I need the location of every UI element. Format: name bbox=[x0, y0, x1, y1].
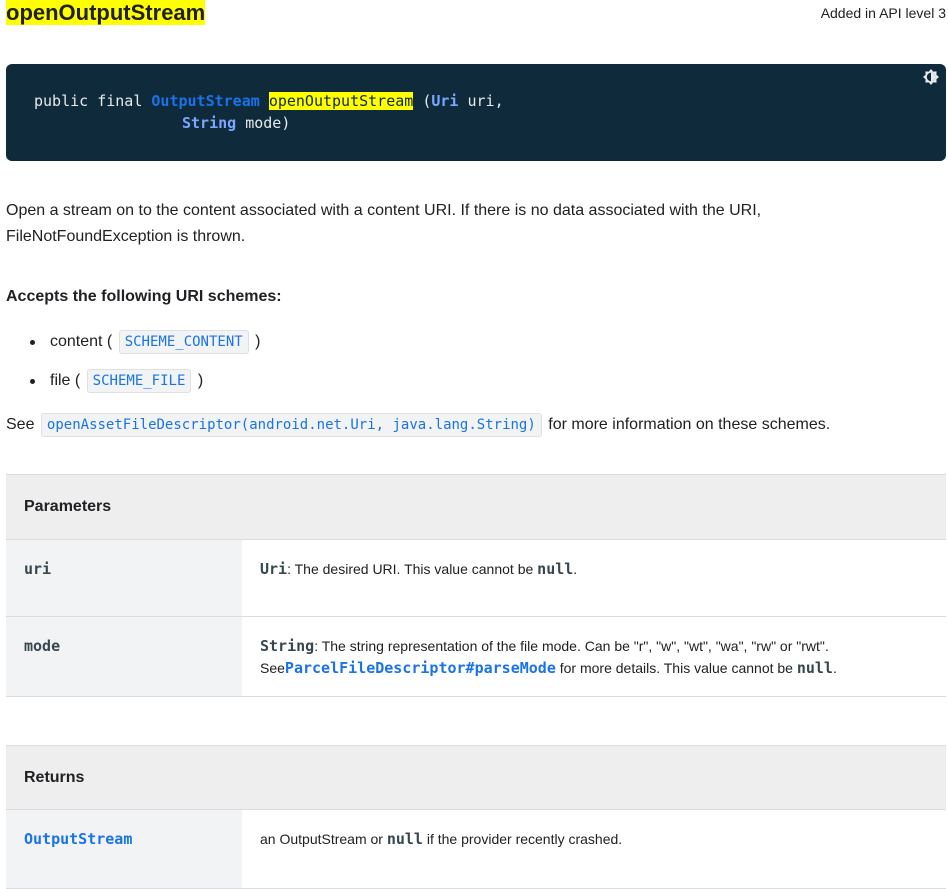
param-text: : The desired URI. This value cannot be bbox=[287, 561, 538, 577]
param-name-cell: mode bbox=[6, 616, 242, 697]
parse-mode-link[interactable]: ParcelFileDescriptor#parseMode bbox=[285, 659, 556, 677]
method-title-text: openOutputStream bbox=[6, 0, 206, 25]
schemes-list: content ( SCHEME_CONTENT ) file ( SCHEME… bbox=[30, 328, 261, 406]
api-level-label: Added in API level 3 bbox=[820, 5, 946, 21]
return-text: an OutputStream or bbox=[260, 831, 387, 847]
scheme-item-content: content ( SCHEME_CONTENT ) bbox=[30, 328, 261, 367]
param-text: : The string representation of the file … bbox=[314, 638, 829, 654]
parameters-heading: Parameters bbox=[6, 474, 946, 540]
null-keyword: null bbox=[386, 830, 423, 848]
title-row: openOutputStream Added in API level 3 bbox=[6, 0, 946, 28]
scheme-label: file bbox=[50, 372, 71, 389]
returns-heading: Returns bbox=[6, 745, 946, 810]
signature-method-name: openOutputStream bbox=[268, 92, 414, 110]
see-prefix: See bbox=[6, 416, 35, 433]
signature-line-2: String mode) bbox=[182, 112, 290, 134]
see-also-line: See openAssetFileDescriptor(android.net.… bbox=[6, 411, 830, 439]
dark-mode-toggle-icon[interactable] bbox=[922, 68, 940, 86]
param1-name: uri, bbox=[458, 92, 504, 110]
scheme-label: content bbox=[50, 333, 103, 350]
param2-type-link[interactable]: String bbox=[182, 114, 236, 132]
param-name-cell: uri bbox=[6, 539, 242, 617]
scheme-file-link[interactable]: SCHEME_FILE bbox=[86, 369, 192, 393]
param-end: . bbox=[832, 660, 837, 676]
scheme-item-file: file ( SCHEME_FILE ) bbox=[30, 367, 261, 406]
param-description-cell: Uri: The desired URI. This value cannot … bbox=[242, 539, 946, 617]
param-end: . bbox=[573, 561, 578, 577]
param-description-cell: String: The string representation of the… bbox=[242, 616, 946, 697]
method-signature-codeblock: public final OutputStream openOutputStre… bbox=[6, 64, 946, 161]
return-type-cell: OutputStream bbox=[6, 809, 242, 889]
signature-open-paren: ( bbox=[413, 92, 432, 110]
open-asset-file-descriptor-link[interactable]: openAssetFileDescriptor(android.net.Uri,… bbox=[40, 413, 542, 437]
method-title: openOutputStream bbox=[6, 0, 206, 26]
parameters-table: Parameters uri Uri: The desired URI. Thi… bbox=[6, 474, 946, 697]
param-see: See bbox=[260, 660, 285, 676]
param-type: String bbox=[260, 637, 315, 655]
table-row: uri Uri: The desired URI. This value can… bbox=[6, 539, 946, 617]
scheme-content-link[interactable]: SCHEME_CONTENT bbox=[118, 330, 249, 354]
method-description: Open a stream on to the content associat… bbox=[6, 202, 762, 245]
signature-modifiers: public final bbox=[34, 92, 152, 110]
return-description-cell: an OutputStream or null if the provider … bbox=[242, 809, 946, 889]
param1-type-link[interactable]: Uri bbox=[431, 92, 458, 110]
null-keyword: null bbox=[796, 659, 833, 677]
null-keyword: null bbox=[537, 560, 574, 578]
return-type-link[interactable]: OutputStream bbox=[151, 92, 259, 110]
param-name: uri bbox=[24, 560, 52, 578]
return-text-2: if the provider recently crashed. bbox=[422, 831, 623, 847]
param-type: Uri bbox=[260, 560, 288, 578]
returns-table: Returns OutputStream an OutputStream or … bbox=[6, 745, 946, 889]
return-type-link[interactable]: OutputStream bbox=[24, 830, 132, 848]
param-text-2: for more details. This value cannot be bbox=[555, 660, 797, 676]
param-name: mode bbox=[24, 637, 61, 655]
param2-name: mode) bbox=[236, 114, 291, 132]
table-row: mode String: The string representation o… bbox=[6, 616, 946, 697]
see-suffix: for more information on these schemes. bbox=[548, 416, 831, 433]
signature-line-1: public final OutputStream openOutputStre… bbox=[34, 90, 504, 112]
schemes-heading: Accepts the following URI schemes: bbox=[6, 288, 282, 305]
table-row: OutputStream an OutputStream or null if … bbox=[6, 809, 946, 889]
